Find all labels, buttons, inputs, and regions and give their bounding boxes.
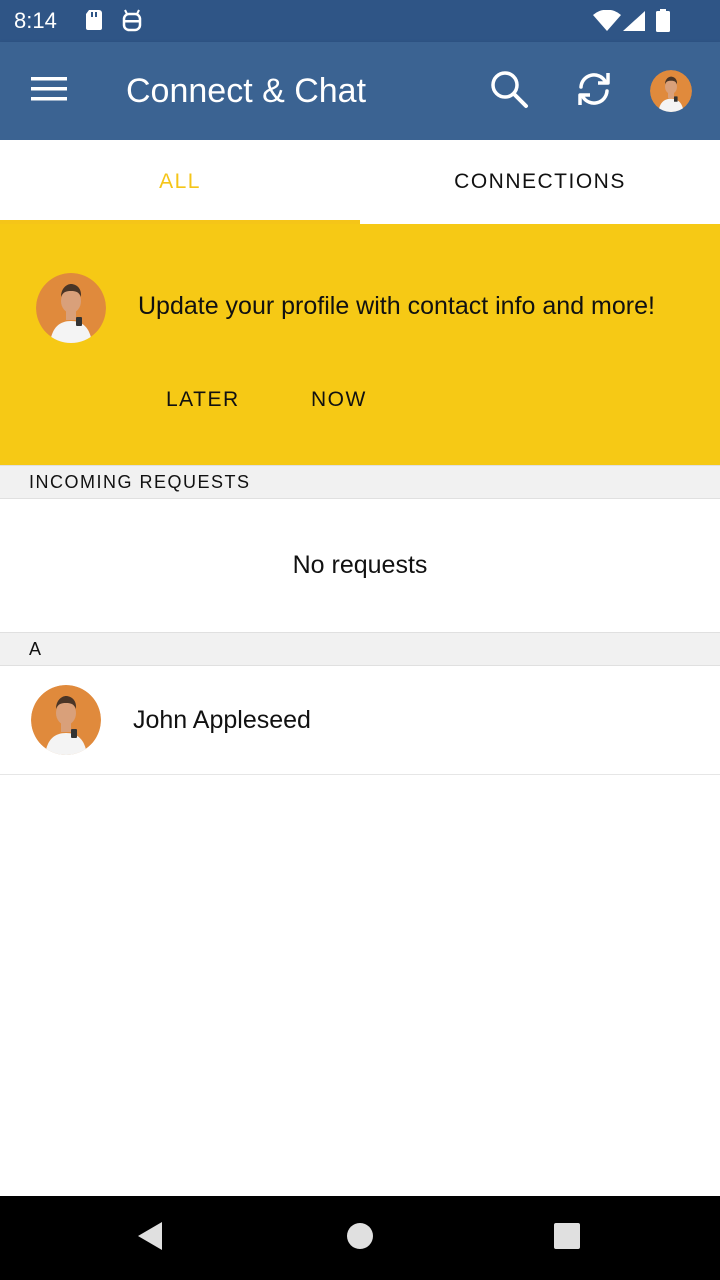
recents-button[interactable]	[527, 1196, 607, 1280]
sd-card-icon	[84, 9, 104, 36]
app-title: Connect & Chat	[126, 72, 367, 110]
no-requests-text: No requests	[292, 551, 428, 579]
incoming-requests-title: INCOMING REQUESTS	[29, 472, 251, 492]
wifi-icon	[593, 9, 621, 37]
banner-message: Update your profile with contact info an…	[138, 292, 655, 320]
system-nav-bar	[0, 1196, 720, 1280]
refresh-button[interactable]	[569, 66, 619, 116]
profile-update-banner: Update your profile with contact info an…	[0, 224, 720, 465]
menu-icon	[30, 75, 68, 108]
now-button[interactable]: NOW	[311, 388, 367, 412]
home-button[interactable]	[320, 1196, 400, 1280]
back-button[interactable]	[110, 1196, 190, 1280]
search-icon	[489, 69, 529, 114]
android-debug-icon	[121, 9, 143, 38]
refresh-icon	[575, 70, 613, 113]
later-button[interactable]: LATER	[166, 388, 240, 412]
contact-avatar	[31, 685, 101, 755]
home-icon	[346, 1222, 374, 1255]
banner-avatar	[36, 273, 106, 343]
status-time: 8:14	[14, 8, 57, 33]
profile-avatar[interactable]	[650, 70, 692, 112]
contact-name: John Appleseed	[133, 706, 311, 734]
tab-bar: ALL CONNECTIONS	[0, 140, 720, 224]
recents-icon	[553, 1222, 581, 1255]
tab-all[interactable]: ALL	[0, 140, 360, 224]
back-icon	[135, 1220, 165, 1257]
battery-icon	[655, 9, 671, 38]
contacts-section-header: A	[0, 632, 720, 666]
status-bar: 8:14	[0, 0, 720, 42]
menu-button[interactable]	[24, 66, 74, 116]
search-button[interactable]	[484, 66, 534, 116]
contact-row[interactable]: John Appleseed	[0, 666, 720, 775]
signal-icon	[622, 10, 646, 37]
tab-connections[interactable]: CONNECTIONS	[360, 140, 720, 224]
app-bar: Connect & Chat	[0, 42, 720, 140]
incoming-requests-header: INCOMING REQUESTS	[0, 465, 720, 499]
section-letter: A	[29, 639, 43, 659]
